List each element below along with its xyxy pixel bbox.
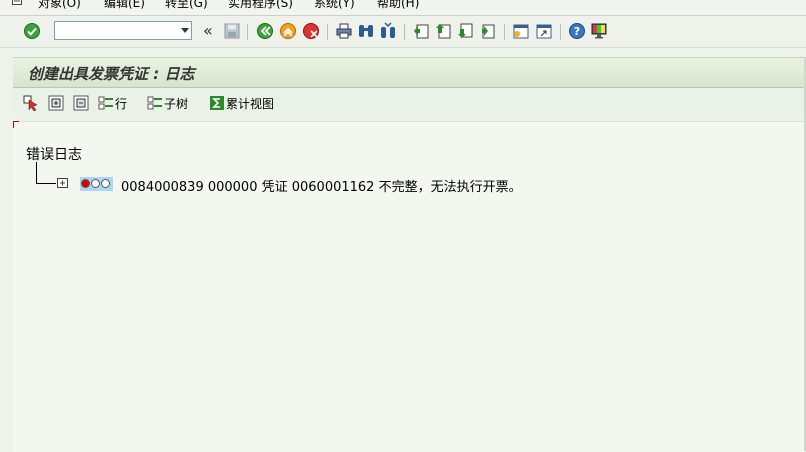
standard-toolbar: « ? <box>0 16 806 48</box>
find-icon[interactable] <box>357 22 375 40</box>
cancel-icon[interactable] <box>302 22 320 40</box>
expand-all-button[interactable] <box>48 94 64 112</box>
create-session-icon[interactable] <box>512 22 530 40</box>
separator <box>327 24 328 40</box>
menu-system[interactable]: 系统(Y) <box>314 0 355 11</box>
menu-object[interactable]: 对象(O) <box>38 0 81 11</box>
collapse-icon[interactable]: « <box>203 21 221 40</box>
print-icon[interactable] <box>335 22 353 40</box>
title-bar: 创建出具发票凭证 : 日志 <box>13 57 806 88</box>
first-page-icon[interactable] <box>412 22 430 40</box>
layout-icon[interactable] <box>590 22 608 40</box>
red-light-icon <box>81 179 90 188</box>
log-content-area <box>13 121 806 452</box>
row-icon <box>98 96 113 110</box>
menu-edit[interactable]: 编辑(E) <box>104 0 145 11</box>
tree-connector <box>36 162 37 183</box>
enter-icon[interactable] <box>23 22 41 40</box>
collapse-all-icon <box>73 95 89 111</box>
expand-all-icon <box>48 95 64 111</box>
document-icon[interactable] <box>12 0 22 5</box>
application-toolbar: 行 子树 累计视图 <box>13 88 806 118</box>
page-title: 创建出具发票凭证 : 日志 <box>28 65 195 83</box>
last-page-icon[interactable] <box>478 22 496 40</box>
log-entry-message[interactable]: 0084000839 000000 凭证 0060001162 不完整，无法执行… <box>121 176 522 195</box>
cumulative-view-button[interactable]: 累计视图 <box>209 94 274 112</box>
cumulative-view-label: 累计视图 <box>226 96 275 111</box>
find-next-icon[interactable] <box>379 22 397 40</box>
next-page-icon[interactable] <box>456 22 474 40</box>
subtree-button[interactable]: 子树 <box>147 94 188 112</box>
chevron-down-icon[interactable] <box>181 28 189 33</box>
subtree-icon <box>147 96 162 110</box>
collapse-all-button[interactable] <box>73 94 89 112</box>
subtree-label: 子树 <box>164 96 189 111</box>
separator <box>560 24 561 40</box>
row-label: 行 <box>115 96 128 111</box>
separator <box>504 24 505 40</box>
tree-connector <box>36 183 56 184</box>
green-light-off-icon <box>101 179 110 188</box>
sum-icon <box>210 96 224 110</box>
corner-marker <box>13 121 19 128</box>
help-icon[interactable]: ? <box>568 22 586 40</box>
separator <box>404 24 405 40</box>
exit-icon[interactable] <box>279 22 297 40</box>
save-icon[interactable] <box>223 22 241 40</box>
select-button[interactable] <box>23 94 39 112</box>
menu-goto[interactable]: 转至(G) <box>165 0 208 11</box>
menu-help[interactable]: 帮助(H) <box>377 0 419 11</box>
menu-utilities[interactable]: 实用程序(S) <box>228 0 293 11</box>
command-input[interactable] <box>58 23 176 38</box>
yellow-light-off-icon <box>91 179 100 188</box>
select-icon <box>23 95 38 111</box>
status-traffic-light <box>80 177 113 191</box>
back-icon[interactable] <box>256 22 274 40</box>
menu-bar: 对象(O) 编辑(E) 转至(G) 实用程序(S) 系统(Y) 帮助(H) <box>0 0 806 16</box>
tree-root-error-log[interactable]: 错误日志 <box>26 144 82 164</box>
separator <box>247 24 248 40</box>
svg-text:?: ? <box>574 25 580 38</box>
row-button[interactable]: 行 <box>98 94 127 112</box>
shortcut-icon[interactable] <box>535 22 553 40</box>
expand-node-icon[interactable] <box>57 178 68 188</box>
command-field[interactable] <box>54 21 192 40</box>
previous-page-icon[interactable] <box>434 22 452 40</box>
